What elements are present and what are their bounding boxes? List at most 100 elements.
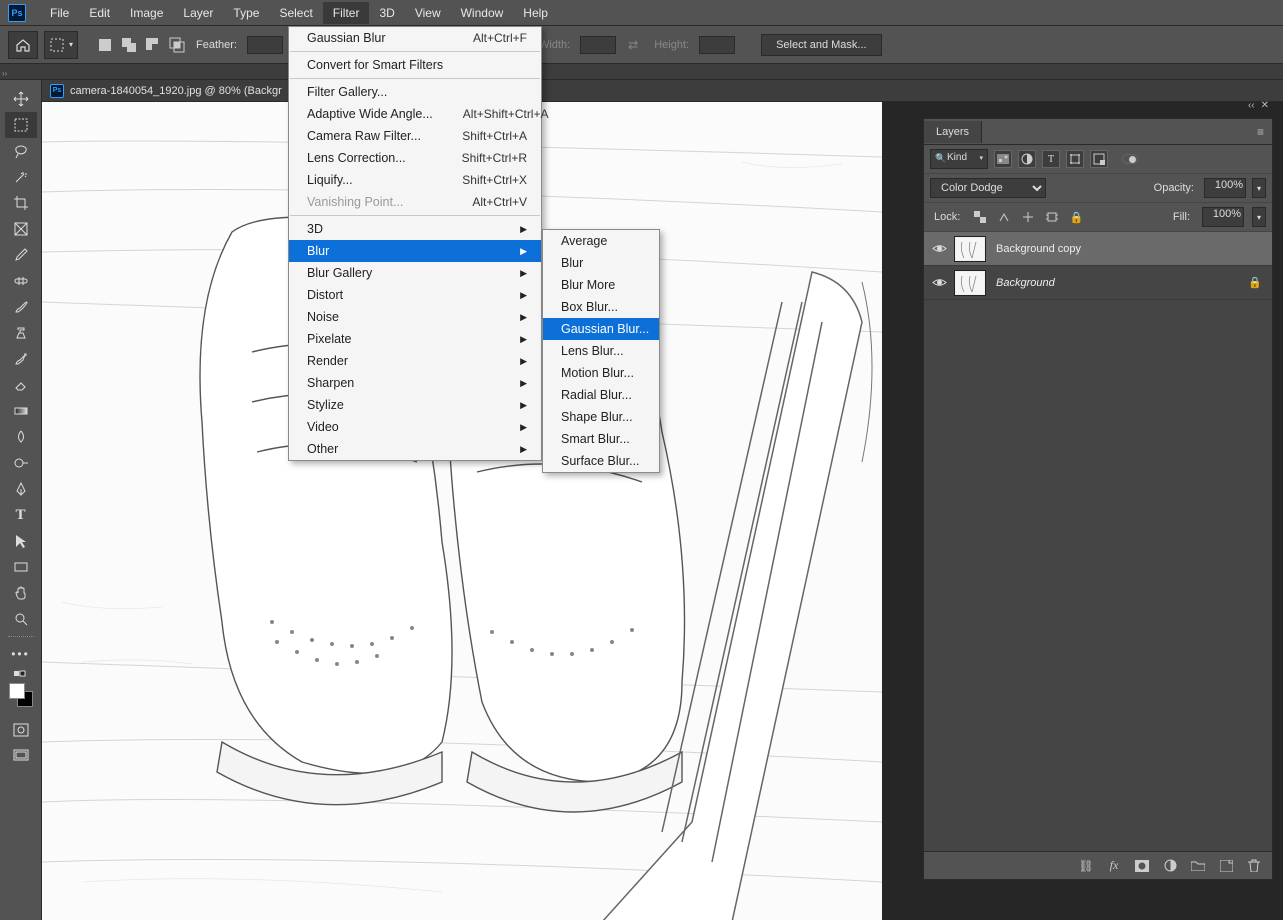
layer-thumbnail[interactable] <box>954 270 986 296</box>
intersect-selection-icon[interactable] <box>168 36 186 54</box>
filter-kind-select[interactable]: 🔍 Kind ▾ <box>930 149 988 169</box>
filter-toggle-switch[interactable] <box>1122 154 1138 164</box>
lock-all-icon[interactable]: 🔒 <box>1068 209 1084 225</box>
filter-item-filter-gallery-[interactable]: Filter Gallery... <box>289 81 541 103</box>
menu-window[interactable]: Window <box>451 2 514 24</box>
swap-icon[interactable]: ⇄ <box>628 38 638 52</box>
filter-item-distort[interactable]: Distort▶ <box>289 284 541 306</box>
eyedropper-tool[interactable] <box>5 242 37 268</box>
panel-collapse-icon[interactable]: ›› <box>2 69 12 79</box>
delete-layer-icon[interactable] <box>1246 858 1262 874</box>
filter-adjustment-icon[interactable] <box>1018 150 1036 168</box>
select-and-mask-button[interactable]: Select and Mask... <box>761 34 882 56</box>
link-layers-icon[interactable]: ⛓ <box>1078 858 1094 874</box>
feather-input[interactable] <box>247 36 283 54</box>
filter-item-lens-correction-[interactable]: Lens Correction...Shift+Ctrl+R <box>289 147 541 169</box>
swap-colors-icon[interactable] <box>5 667 37 679</box>
filter-item-blur[interactable]: Blur▶ <box>289 240 541 262</box>
blur-item-shape-blur-[interactable]: Shape Blur... <box>543 406 659 428</box>
brush-tool[interactable] <box>5 294 37 320</box>
blur-item-surface-blur-[interactable]: Surface Blur... <box>543 450 659 472</box>
add-selection-icon[interactable] <box>120 36 138 54</box>
lasso-tool[interactable] <box>5 138 37 164</box>
filter-type-icon[interactable]: T <box>1042 150 1060 168</box>
filter-item-sharpen[interactable]: Sharpen▶ <box>289 372 541 394</box>
width-input[interactable] <box>580 36 616 54</box>
filter-item-noise[interactable]: Noise▶ <box>289 306 541 328</box>
blur-tool[interactable] <box>5 424 37 450</box>
filter-shape-icon[interactable] <box>1066 150 1084 168</box>
filter-pixel-icon[interactable] <box>994 150 1012 168</box>
menu-edit[interactable]: Edit <box>79 2 120 24</box>
filter-item-pixelate[interactable]: Pixelate▶ <box>289 328 541 350</box>
group-layers-icon[interactable] <box>1190 858 1206 874</box>
blur-item-gaussian-blur-[interactable]: Gaussian Blur... <box>543 318 659 340</box>
layer-style-icon[interactable]: fx <box>1106 858 1122 874</box>
filter-item-liquify-[interactable]: Liquify...Shift+Ctrl+X <box>289 169 541 191</box>
panel-close-button[interactable]: ✕ <box>1261 100 1269 118</box>
layer-visibility-icon[interactable] <box>924 243 954 254</box>
layers-tab[interactable]: Layers <box>924 121 982 143</box>
blend-mode-select[interactable]: Color Dodge <box>930 178 1046 198</box>
filter-item-gaussian-blur[interactable]: Gaussian BlurAlt+Ctrl+F <box>289 27 541 49</box>
menu-view[interactable]: View <box>405 2 451 24</box>
filter-item-other[interactable]: Other▶ <box>289 438 541 460</box>
eraser-tool[interactable] <box>5 372 37 398</box>
lock-image-icon[interactable] <box>996 209 1012 225</box>
zoom-tool[interactable] <box>5 606 37 632</box>
new-selection-icon[interactable] <box>96 36 114 54</box>
filter-item-adaptive-wide-angle-[interactable]: Adaptive Wide Angle...Alt+Shift+Ctrl+A <box>289 103 541 125</box>
pen-tool[interactable] <box>5 476 37 502</box>
clone-stamp-tool[interactable] <box>5 320 37 346</box>
lock-position-icon[interactable] <box>1020 209 1036 225</box>
type-tool[interactable]: T <box>5 502 37 528</box>
menu-type[interactable]: Type <box>223 2 269 24</box>
filter-smartobject-icon[interactable] <box>1090 150 1108 168</box>
move-tool[interactable] <box>5 86 37 112</box>
home-button[interactable] <box>8 31 38 59</box>
path-selection-tool[interactable] <box>5 528 37 554</box>
opacity-dropdown-icon[interactable]: ▾ <box>1252 178 1266 198</box>
layer-mask-icon[interactable] <box>1134 858 1150 874</box>
filter-item-convert-for-smart-filters[interactable]: Convert for Smart Filters <box>289 54 541 76</box>
filter-item-video[interactable]: Video▶ <box>289 416 541 438</box>
dodge-tool[interactable] <box>5 450 37 476</box>
menu-layer[interactable]: Layer <box>173 2 223 24</box>
filter-item-blur-gallery[interactable]: Blur Gallery▶ <box>289 262 541 284</box>
menu-file[interactable]: File <box>40 2 79 24</box>
blur-item-motion-blur-[interactable]: Motion Blur... <box>543 362 659 384</box>
filter-item-stylize[interactable]: Stylize▶ <box>289 394 541 416</box>
adjustment-layer-icon[interactable] <box>1162 858 1178 874</box>
fill-dropdown-icon[interactable]: ▾ <box>1252 207 1266 227</box>
opacity-input[interactable]: 100% <box>1204 178 1246 198</box>
fill-input[interactable]: 100% <box>1202 207 1244 227</box>
rectangle-tool[interactable] <box>5 554 37 580</box>
layer-thumbnail[interactable] <box>954 236 986 262</box>
frame-tool[interactable] <box>5 216 37 242</box>
blur-item-lens-blur-[interactable]: Lens Blur... <box>543 340 659 362</box>
panel-menu-icon[interactable]: ≡ <box>1249 125 1272 139</box>
quick-mask-mode[interactable] <box>5 717 37 743</box>
menu-help[interactable]: Help <box>513 2 558 24</box>
layer-row[interactable]: Background🔒 <box>924 266 1272 300</box>
lock-artboard-icon[interactable] <box>1044 209 1060 225</box>
menu-select[interactable]: Select <box>269 2 322 24</box>
height-input[interactable] <box>699 36 735 54</box>
edit-toolbar[interactable]: ••• <box>5 641 37 667</box>
magic-wand-tool[interactable] <box>5 164 37 190</box>
blur-item-smart-blur-[interactable]: Smart Blur... <box>543 428 659 450</box>
filter-item-camera-raw-filter-[interactable]: Camera Raw Filter...Shift+Ctrl+A <box>289 125 541 147</box>
menu-image[interactable]: Image <box>120 2 173 24</box>
foreground-color[interactable] <box>9 683 25 699</box>
filter-item-3d[interactable]: 3D▶ <box>289 218 541 240</box>
new-layer-icon[interactable] <box>1218 858 1234 874</box>
marquee-selector[interactable]: ▾ <box>44 31 78 59</box>
screen-mode[interactable] <box>5 743 37 769</box>
layer-lock-icon[interactable]: 🔒 <box>1248 276 1262 289</box>
menu-filter[interactable]: Filter <box>323 2 370 24</box>
subtract-selection-icon[interactable] <box>144 36 162 54</box>
color-swatch[interactable] <box>9 683 33 707</box>
blur-item-radial-blur-[interactable]: Radial Blur... <box>543 384 659 406</box>
crop-tool[interactable] <box>5 190 37 216</box>
gradient-tool[interactable] <box>5 398 37 424</box>
